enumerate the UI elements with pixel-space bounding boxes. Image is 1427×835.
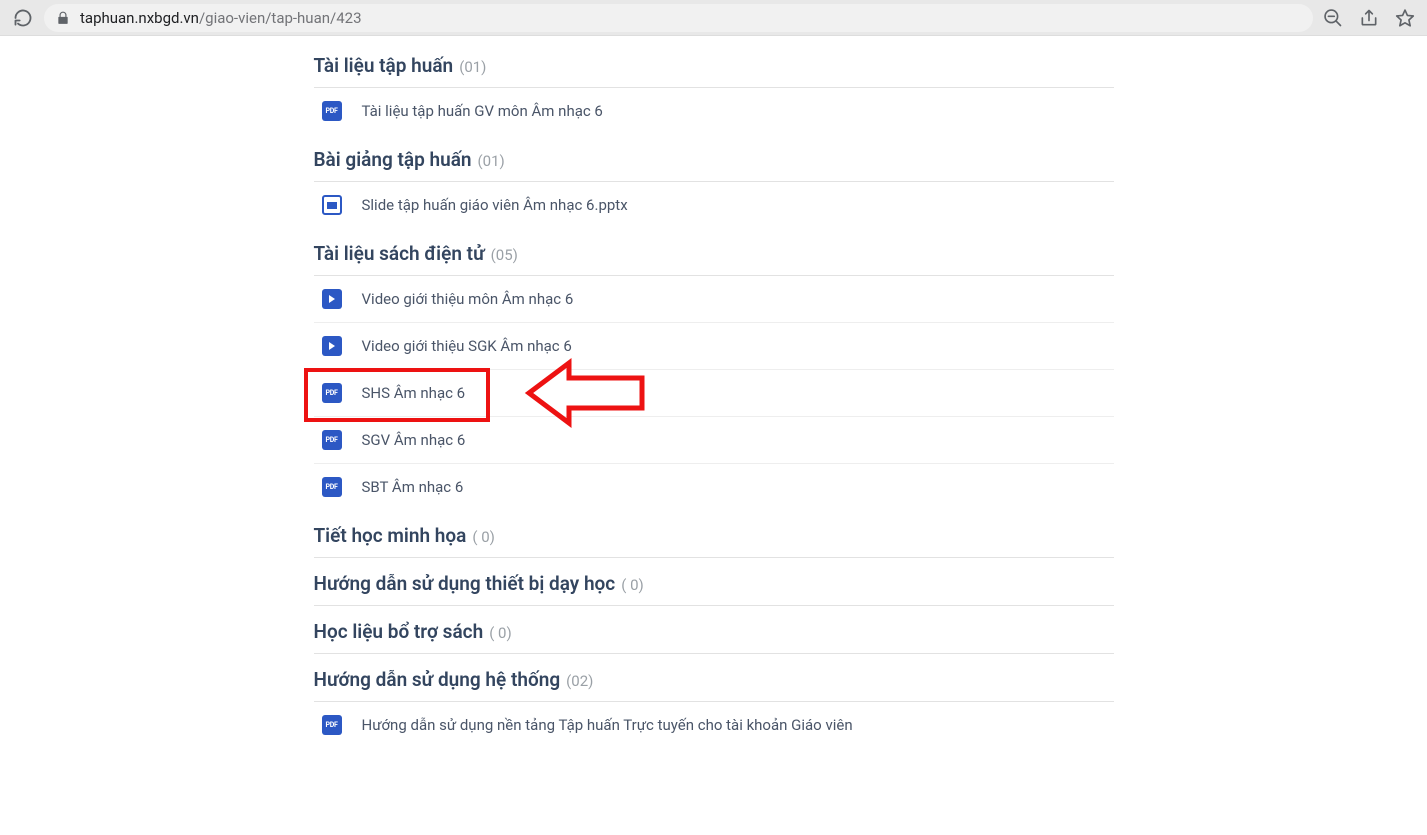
file-item[interactable]: PDF Hướng dẫn sử dụng nền tảng Tập huấn T… bbox=[314, 702, 1114, 748]
file-item[interactable]: PDF SGV Âm nhạc 6 bbox=[314, 417, 1114, 464]
reload-button[interactable] bbox=[12, 7, 34, 29]
section-header: Hướng dẫn sử dụng hệ thống (02) bbox=[314, 668, 1114, 702]
main-content: Tài liệu tập huấn (01) PDF Tài liệu tập huấ… bbox=[314, 36, 1114, 802]
url-text: taphuan.nxbgd.vn/giao-vien/tap-huan/423 bbox=[80, 9, 362, 27]
section-header: Tài liệu tập huấn (01) bbox=[314, 54, 1114, 88]
section-title: Tài liệu tập huấn bbox=[314, 54, 454, 77]
section-count: (01) bbox=[478, 152, 505, 170]
lock-icon bbox=[56, 11, 70, 25]
file-label: Hướng dẫn sử dụng nền tảng Tập huấn Trực… bbox=[362, 716, 853, 734]
section: Tài liệu sách điện tử (05) Video giới thiệ… bbox=[314, 242, 1114, 510]
section: Tiết học minh họa ( 0) bbox=[314, 524, 1114, 558]
section-title: Tài liệu sách điện tử bbox=[314, 242, 485, 265]
file-label: SBT Âm nhạc 6 bbox=[362, 478, 464, 496]
section-count: ( 0) bbox=[472, 528, 495, 546]
section-header: Tiết học minh họa ( 0) bbox=[314, 524, 1114, 558]
file-label: Slide tập huấn giáo viên Âm nhạc 6.pptx bbox=[362, 196, 628, 214]
file-item[interactable]: PDF Tài liệu tập huấn GV môn Âm nhạc 6 bbox=[314, 88, 1114, 134]
file-label: Video giới thiệu SGK Âm nhạc 6 bbox=[362, 337, 572, 355]
file-label: Tài liệu tập huấn GV môn Âm nhạc 6 bbox=[362, 102, 603, 120]
zoom-out-icon[interactable] bbox=[1323, 8, 1343, 28]
section: Hướng dẫn sử dụng hệ thống (02) PDF Hướng d… bbox=[314, 668, 1114, 748]
video-icon bbox=[322, 289, 342, 309]
file-label: SHS Âm nhạc 6 bbox=[362, 384, 466, 402]
slide-icon bbox=[322, 195, 342, 215]
section: Tài liệu tập huấn (01) PDF Tài liệu tập huấ… bbox=[314, 54, 1114, 134]
pdf-icon: PDF bbox=[322, 715, 342, 735]
pdf-icon: PDF bbox=[322, 430, 342, 450]
section-count: ( 0) bbox=[621, 576, 644, 594]
section-header: Bài giảng tập huấn (01) bbox=[314, 148, 1114, 182]
video-icon bbox=[322, 336, 342, 356]
browser-toolbar: taphuan.nxbgd.vn/giao-vien/tap-huan/423 bbox=[0, 0, 1427, 36]
section-title: Học liệu bổ trợ sách bbox=[314, 620, 484, 643]
star-icon[interactable] bbox=[1395, 8, 1415, 28]
section-count: (02) bbox=[566, 672, 593, 690]
file-item[interactable]: PDF SHS Âm nhạc 6 bbox=[314, 370, 1114, 417]
pdf-icon: PDF bbox=[322, 477, 342, 497]
section: Học liệu bổ trợ sách ( 0) bbox=[314, 620, 1114, 654]
section-title: Bài giảng tập huấn bbox=[314, 148, 472, 171]
section-header: Tài liệu sách điện tử (05) bbox=[314, 242, 1114, 276]
file-item[interactable]: PDF SBT Âm nhạc 6 bbox=[314, 464, 1114, 510]
section-title: Tiết học minh họa bbox=[314, 524, 467, 547]
section: Bài giảng tập huấn (01) Slide tập huấn giá… bbox=[314, 148, 1114, 228]
file-label: Video giới thiệu môn Âm nhạc 6 bbox=[362, 290, 574, 308]
file-item[interactable]: Video giới thiệu SGK Âm nhạc 6 bbox=[314, 323, 1114, 370]
section-count: (01) bbox=[459, 58, 486, 76]
pdf-icon: PDF bbox=[322, 383, 342, 403]
file-item[interactable]: Video giới thiệu môn Âm nhạc 6 bbox=[314, 276, 1114, 323]
file-item[interactable]: Slide tập huấn giáo viên Âm nhạc 6.pptx bbox=[314, 182, 1114, 228]
section-title: Hướng dẫn sử dụng hệ thống bbox=[314, 668, 561, 691]
pdf-icon: PDF bbox=[322, 101, 342, 121]
file-label: SGV Âm nhạc 6 bbox=[362, 431, 466, 449]
address-bar[interactable]: taphuan.nxbgd.vn/giao-vien/tap-huan/423 bbox=[44, 4, 1313, 32]
browser-actions bbox=[1323, 8, 1415, 28]
section-header: Hướng dẫn sử dụng thiết bị dạy học ( 0) bbox=[314, 572, 1114, 606]
section-count: (05) bbox=[491, 246, 518, 264]
section-header: Học liệu bổ trợ sách ( 0) bbox=[314, 620, 1114, 654]
section-title: Hướng dẫn sử dụng thiết bị dạy học bbox=[314, 572, 616, 595]
section: Hướng dẫn sử dụng thiết bị dạy học ( 0) bbox=[314, 572, 1114, 606]
section-count: ( 0) bbox=[489, 624, 512, 642]
share-icon[interactable] bbox=[1359, 8, 1379, 28]
